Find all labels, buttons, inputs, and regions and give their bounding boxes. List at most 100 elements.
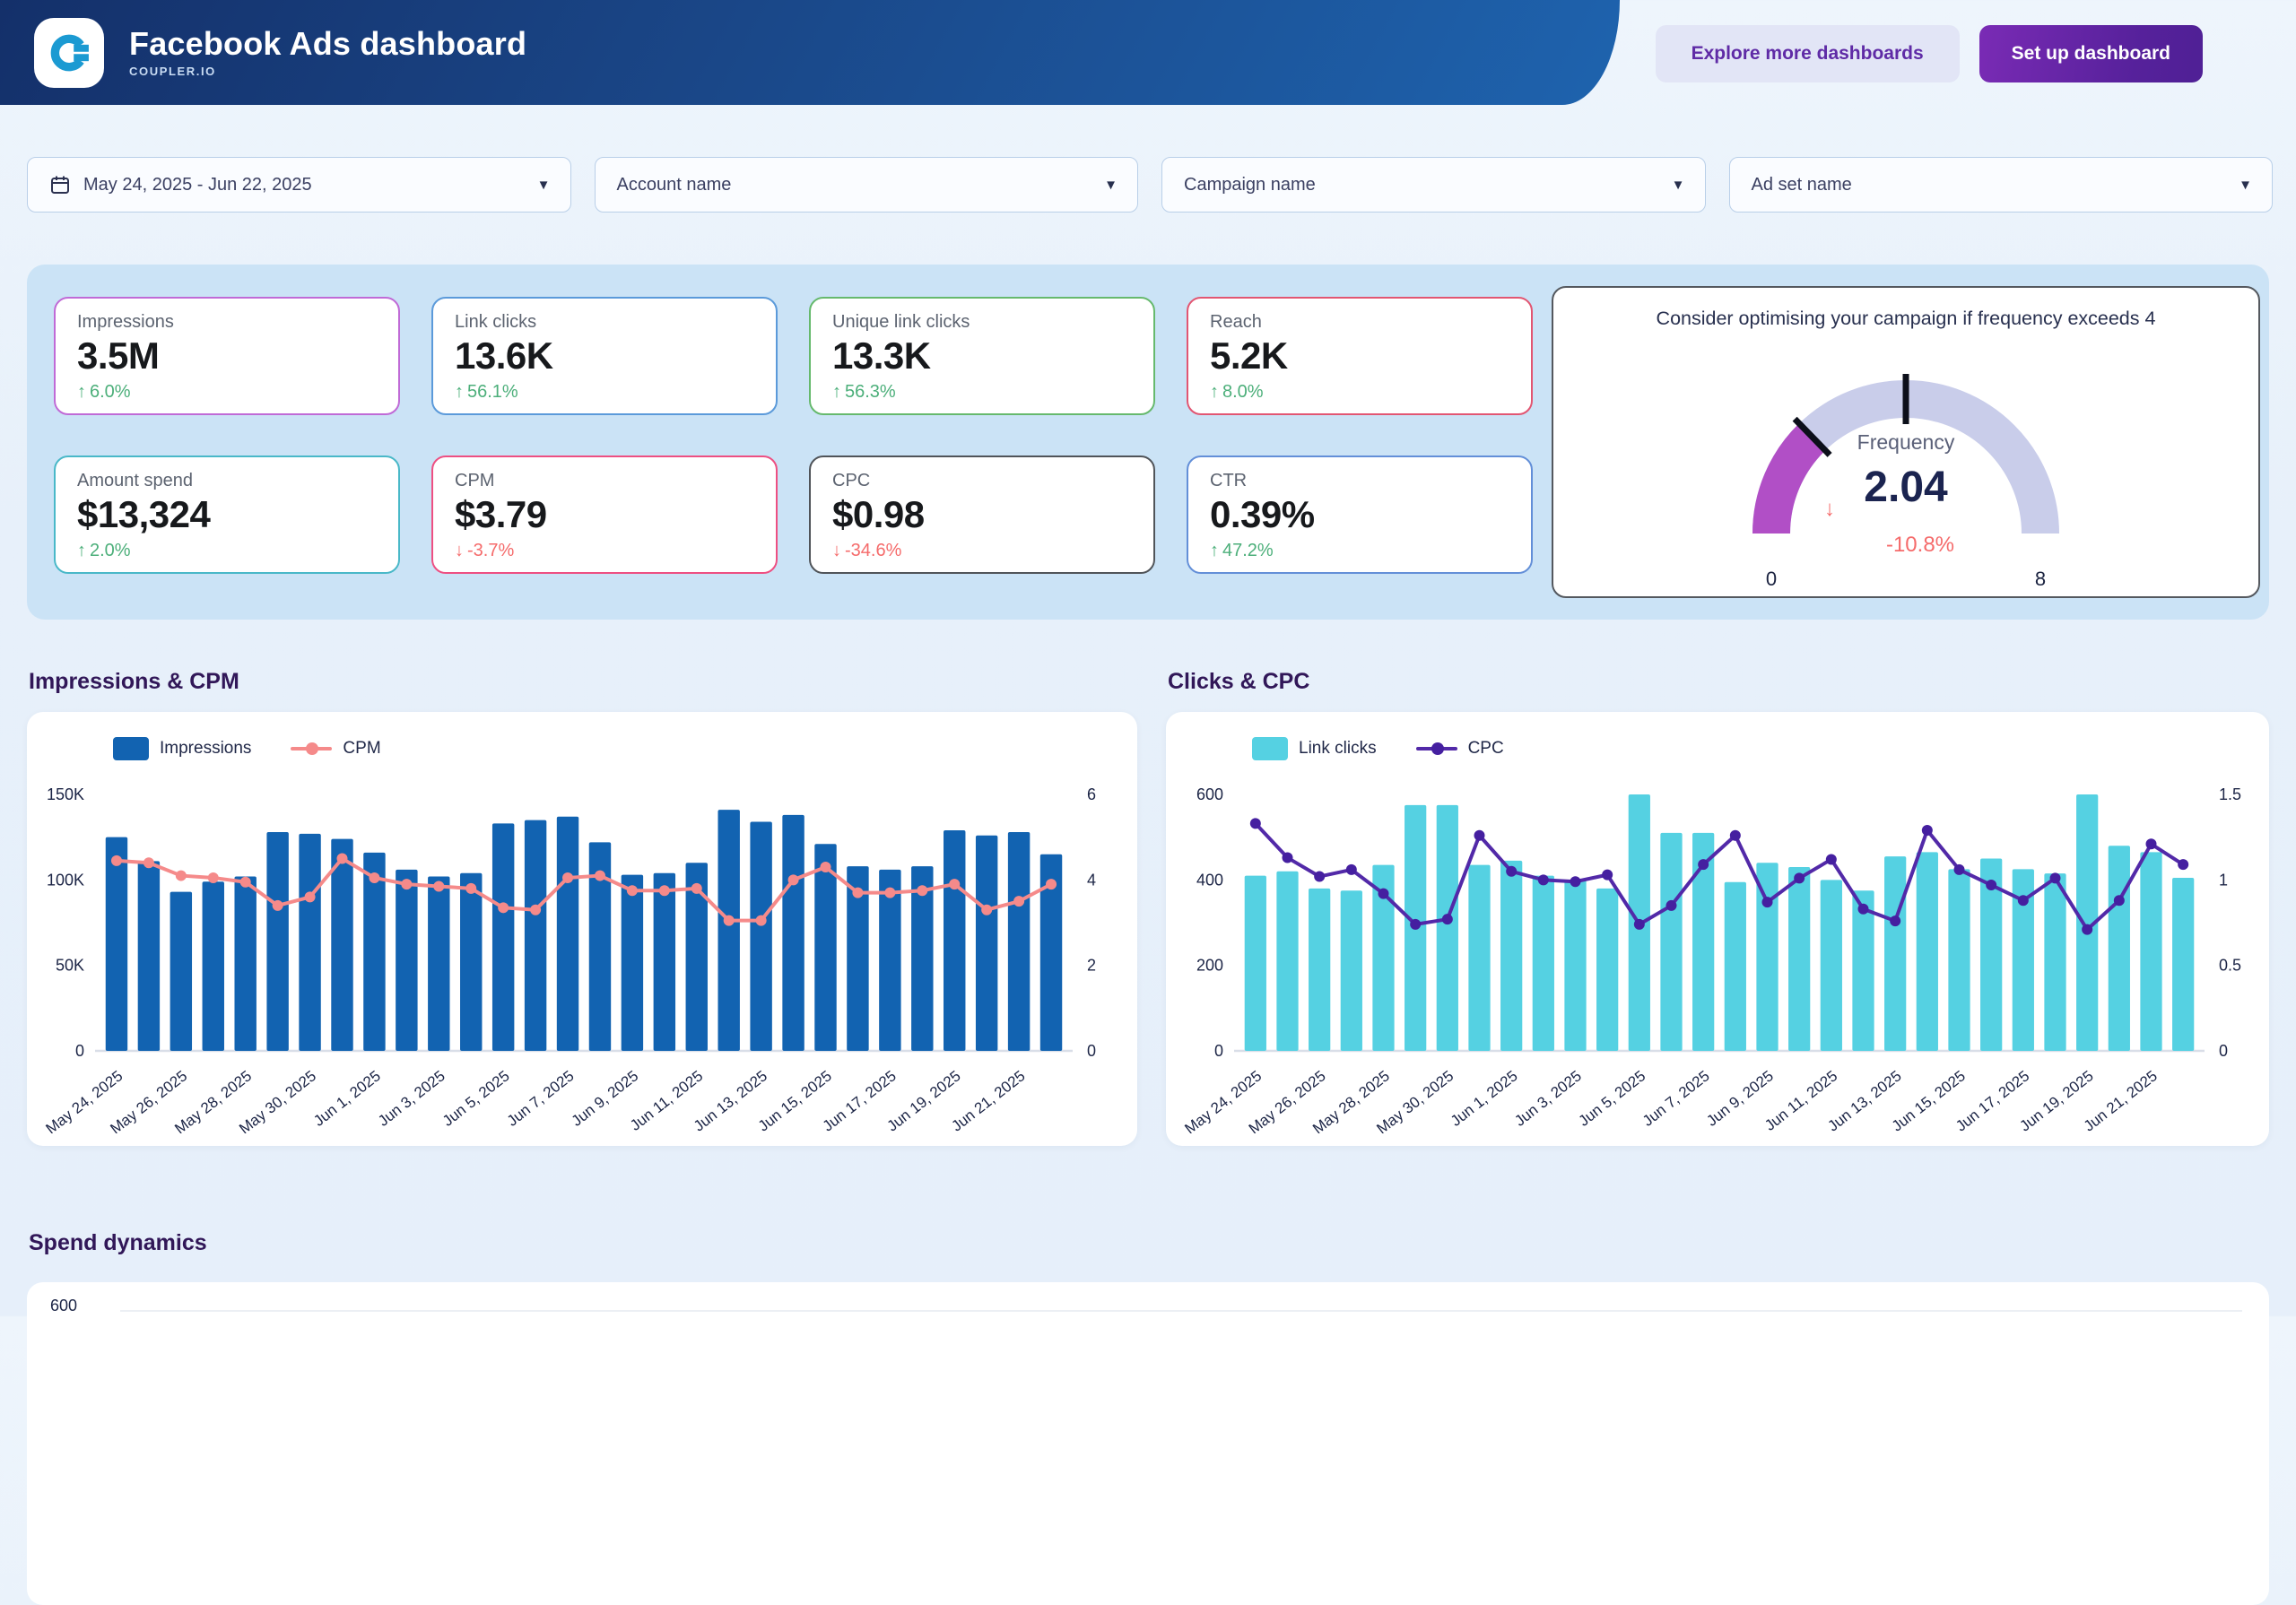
line-dot [2018, 895, 2029, 906]
legend-bar-swatch [113, 737, 149, 760]
line-dot [1730, 830, 1741, 841]
kpi-value: 13.6K [455, 334, 754, 377]
left-axis-tick: 0 [75, 1042, 84, 1060]
chart-legend: Link clicks CPC [1252, 737, 2269, 760]
x-axis-tick: Jun 5, 2025 [439, 1067, 513, 1130]
line-dot [949, 879, 960, 889]
filter-bar: May 24, 2025 - Jun 22, 2025 ▼ Account na… [27, 157, 2273, 213]
kpi-delta-value: 8.0% [1222, 382, 1264, 402]
account-name-filter[interactable]: Account name ▼ [595, 157, 1139, 213]
bar [1756, 863, 1778, 1051]
kpi-card-ctr: CTR 0.39% ↑47.2% [1187, 455, 1533, 574]
kpi-delta: ↑8.0% [1210, 382, 1509, 403]
kpi-card-amount-spend: Amount spend $13,324 ↑2.0% [54, 455, 400, 574]
gauge-max-label: 8 [2035, 568, 2046, 590]
chart-legend: Impressions CPM [113, 737, 1137, 760]
line-dot [1634, 919, 1645, 930]
line-dot [691, 883, 702, 894]
bar [1917, 852, 1938, 1051]
delta-arrow-icon: ↓ [832, 541, 841, 560]
legend-item-cpm[interactable]: CPM [291, 739, 380, 759]
line-dot [2178, 859, 2188, 870]
line-dot [756, 915, 767, 926]
bar [331, 839, 352, 1051]
bar [1468, 865, 1490, 1051]
campaign-name-filter[interactable]: Campaign name ▼ [1161, 157, 1706, 213]
line-dot [1922, 825, 1933, 836]
kpi-value: 3.5M [77, 334, 377, 377]
bar-series [1245, 794, 2195, 1051]
delta-arrow-icon: ↑ [77, 541, 86, 560]
bar [203, 881, 224, 1051]
legend-label: CPM [343, 739, 380, 759]
kpi-card-unique-link-clicks: Unique link clicks 13.3K ↑56.3% [809, 297, 1155, 415]
left-axis-tick: 100K [47, 871, 84, 889]
line-dot [176, 871, 187, 881]
frequency-gauge: 08Frequency2.04↓-10.8% [1695, 325, 2117, 594]
kpi-label: CTR [1210, 471, 1509, 491]
delta-arrow-icon: ↑ [832, 382, 841, 402]
gauge-metric-label: Frequency [1857, 430, 1955, 454]
bar [428, 877, 449, 1051]
kpi-delta-value: 56.3% [845, 382, 896, 402]
right-axis-tick: 0.5 [2219, 957, 2241, 975]
legend-line-swatch [1416, 747, 1457, 750]
delta-arrow-icon: ↑ [1210, 541, 1219, 560]
bar [1564, 880, 1586, 1051]
kpi-value: $0.98 [832, 493, 1132, 536]
line-dot [1794, 872, 1805, 883]
bar [2172, 878, 2194, 1051]
line-dot [2114, 895, 2125, 906]
bar [1533, 876, 1554, 1051]
ad-set-name-value: Ad set name [1752, 175, 1852, 195]
kpi-grid: Impressions 3.5M ↑6.0% Link clicks 13.6K… [54, 297, 1533, 574]
impressions-cpm-section-title: Impressions & CPM [29, 669, 239, 695]
kpi-value: 5.2K [1210, 334, 1509, 377]
ad-set-name-filter[interactable]: Ad set name ▼ [1729, 157, 2274, 213]
x-axis-tick: Jun 7, 2025 [1639, 1067, 1713, 1130]
bar [1660, 833, 1682, 1051]
right-axis-tick: 0 [2219, 1042, 2228, 1060]
kpi-value: $13,324 [77, 493, 377, 536]
set-up-dashboard-button[interactable]: Set up dashboard [1979, 25, 2203, 82]
left-axis-tick: 600 [1196, 787, 1223, 803]
spend-y-tick: 600 [50, 1297, 77, 1315]
bar [1821, 880, 1842, 1051]
line-dot [144, 857, 154, 868]
explore-more-dashboards-button[interactable]: Explore more dashboards [1656, 25, 1960, 82]
line-path [1256, 823, 2183, 929]
legend-line-dot [306, 742, 318, 755]
chevron-down-icon: ▼ [2239, 178, 2252, 193]
kpi-delta: ↑6.0% [77, 382, 377, 403]
date-range-filter[interactable]: May 24, 2025 - Jun 22, 2025 ▼ [27, 157, 571, 213]
line-dot [1602, 870, 1613, 881]
left-axis-tick: 50K [56, 957, 84, 975]
kpi-label: Amount spend [77, 471, 377, 491]
chevron-down-icon: ▼ [1672, 178, 1685, 193]
right-axis-tick: 0 [1087, 1042, 1096, 1060]
line-dot [1378, 889, 1389, 899]
line-dot [1858, 904, 1869, 915]
clicks-cpc-section-title: Clicks & CPC [1168, 669, 1309, 695]
delta-arrow-icon: ↑ [77, 382, 86, 402]
right-axis-tick: 1 [2219, 871, 2228, 889]
bar [1309, 889, 1330, 1051]
legend-item-link-clicks[interactable]: Link clicks [1252, 737, 1377, 760]
bar [1725, 882, 1746, 1051]
date-range-value: May 24, 2025 - Jun 22, 2025 [83, 175, 312, 195]
legend-item-impressions[interactable]: Impressions [113, 737, 251, 760]
line-dot [884, 888, 895, 898]
kpi-label: Link clicks [455, 312, 754, 333]
bar [976, 836, 997, 1051]
line-dot [1666, 900, 1677, 911]
gridline [120, 1310, 2242, 1312]
delta-arrow-icon: ↓ [1824, 497, 1835, 521]
kpi-value: $3.79 [455, 493, 754, 536]
kpi-delta-value: 56.1% [467, 382, 518, 402]
legend-item-cpc[interactable]: CPC [1416, 739, 1504, 759]
bar [299, 834, 320, 1051]
bar [718, 810, 739, 1051]
line-dot [498, 902, 509, 913]
kpi-value: 0.39% [1210, 493, 1509, 536]
bar [2109, 846, 2130, 1051]
